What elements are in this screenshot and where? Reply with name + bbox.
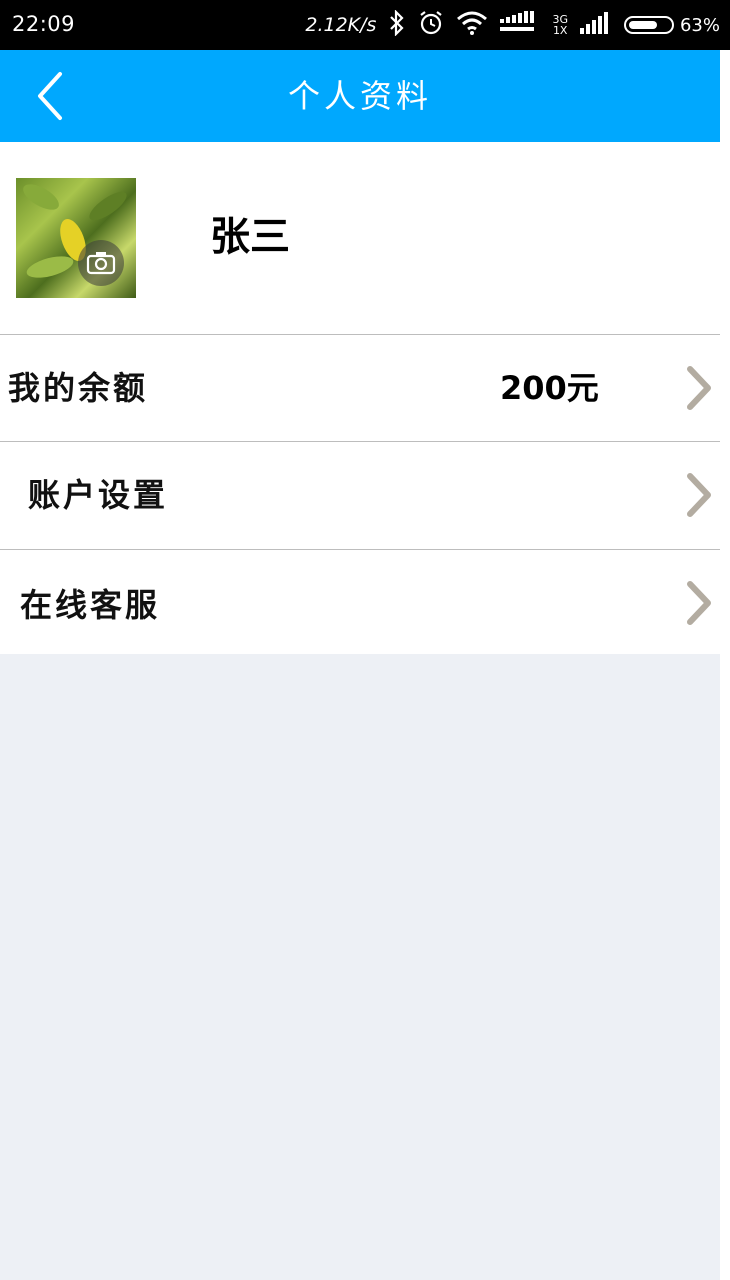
menu-item-account-settings[interactable]: 账户设置 bbox=[0, 442, 720, 549]
edge-strip bbox=[720, 0, 730, 1280]
online-service-label: 在线客服 bbox=[20, 586, 161, 624]
cell-signal-icon bbox=[579, 12, 612, 38]
account-settings-label: 账户设置 bbox=[28, 476, 169, 514]
user-name: 张三 bbox=[210, 213, 290, 260]
balance-value: 200元 bbox=[500, 369, 599, 407]
chevron-right-icon bbox=[687, 581, 711, 625]
menu-item-balance[interactable]: 我的余额 200元 bbox=[0, 335, 720, 441]
wifi-icon bbox=[456, 11, 488, 39]
app-header: 个人资料 bbox=[0, 50, 720, 142]
status-time: 22:09 bbox=[12, 12, 76, 36]
chevron-right-icon bbox=[687, 366, 711, 410]
page-title: 个人资料 bbox=[287, 77, 432, 115]
battery-icon bbox=[623, 16, 674, 34]
status-bar: 22:09 2.12K/s 3G 1X 63% bbox=[0, 0, 730, 50]
avatar[interactable] bbox=[16, 178, 136, 298]
network-speed: 2.12K/s bbox=[305, 14, 377, 36]
profile-section: 张三 bbox=[0, 142, 720, 334]
data-signal-icon bbox=[500, 11, 540, 39]
chevron-right-icon bbox=[687, 473, 711, 517]
balance-label: 我的余额 bbox=[8, 369, 149, 407]
battery-percent: 63% bbox=[679, 14, 720, 36]
status-icons: 2.12K/s 3G 1X 63% bbox=[305, 0, 720, 50]
network-type: 3G 1X bbox=[552, 14, 568, 36]
bluetooth-icon bbox=[388, 9, 406, 40]
menu-item-online-service[interactable]: 在线客服 bbox=[0, 550, 720, 654]
battery-indicator: 63% bbox=[623, 14, 720, 36]
camera-icon bbox=[78, 240, 124, 286]
alarm-icon bbox=[418, 10, 444, 40]
network-type-bottom: 1X bbox=[552, 24, 568, 37]
